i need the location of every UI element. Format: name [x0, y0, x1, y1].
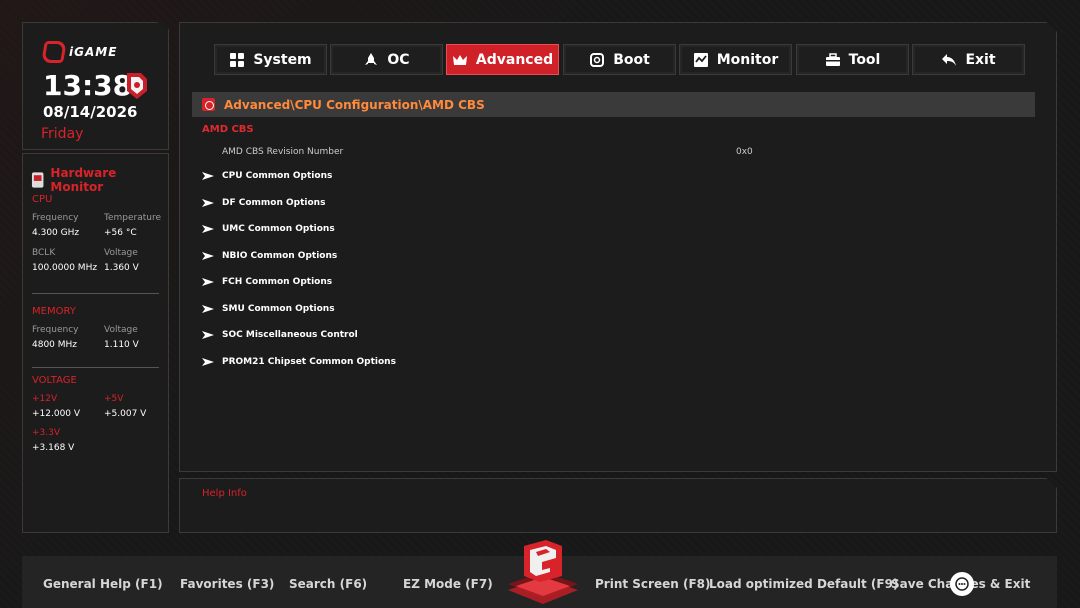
hardware-monitor-title: Hardware Monitor	[31, 166, 168, 194]
menu-item-label: DF Common Options	[222, 198, 326, 208]
breadcrumb: Advanced\CPU Configuration\AMD CBS	[192, 92, 1035, 117]
clock-day: Friday	[41, 126, 84, 142]
igame-logo-icon	[41, 41, 67, 63]
help-info-title: Help Info	[202, 488, 247, 499]
menu-item-label: PROM21 Chipset Common Options	[222, 357, 396, 367]
tab-tool-label: Tool	[848, 51, 881, 68]
tab-monitor[interactable]: Monitor	[679, 44, 792, 75]
tab-advanced[interactable]: Advanced	[446, 44, 559, 75]
cpu-frequency-value: 4.300 GHz	[32, 228, 80, 238]
v12-value: +12.000 V	[32, 409, 81, 419]
arrow-right-icon	[202, 225, 214, 233]
menu-item-label: SMU Common Options	[222, 304, 335, 314]
divider	[32, 293, 159, 294]
toolbox-icon	[825, 52, 841, 68]
tab-advanced-label: Advanced	[475, 51, 554, 68]
logo-text: iGAME	[69, 45, 118, 59]
clock-time: 13:38	[43, 69, 133, 102]
section-title: AMD CBS	[202, 124, 254, 135]
igame-logo: iGAME	[41, 41, 118, 63]
voltage-section-title: VOLTAGE	[32, 375, 77, 386]
revision-number-label: AMD CBS Revision Number	[222, 147, 344, 157]
cpu-temperature-label: Temperature	[104, 213, 162, 223]
arrow-right-icon	[202, 172, 214, 180]
menu-item-smu-common-options[interactable]: SMU Common Options	[202, 304, 335, 314]
tab-exit[interactable]: Exit	[912, 44, 1025, 75]
tab-oc-label: OC	[387, 51, 410, 68]
hardware-monitor-panel: Hardware Monitor CPU Frequency Temperatu…	[22, 153, 169, 533]
crown-icon	[452, 52, 468, 68]
arrow-right-icon	[202, 199, 214, 207]
menu-item-cpu-common-options[interactable]: CPU Common Options	[202, 171, 332, 181]
hardware-monitor-label: Hardware Monitor	[50, 166, 117, 194]
v5-label: +5V	[104, 394, 124, 404]
igame-emblem-icon	[508, 540, 578, 604]
help-info-panel: Help Info	[179, 478, 1057, 533]
clock-panel: iGAME 13:38 08/14/2026 Friday	[22, 22, 169, 150]
v33-value: +3.168 V	[32, 443, 75, 453]
load-optimized-default-button[interactable]: Load optimized Default (F9)	[709, 577, 898, 591]
cpu-frequency-label: Frequency	[32, 213, 79, 223]
tab-boot[interactable]: Boot	[563, 44, 676, 75]
menu-item-fch-common-options[interactable]: FCH Common Options	[202, 277, 332, 287]
favorites-button[interactable]: Favorites (F3)	[180, 577, 274, 591]
tab-tool[interactable]: Tool	[796, 44, 909, 75]
back-arrow-icon	[941, 52, 957, 68]
v5-value: +5.007 V	[104, 409, 147, 419]
menu-item-label: FCH Common Options	[222, 277, 333, 287]
cpu-voltage-label: Voltage	[104, 248, 138, 258]
print-screen-button[interactable]: Print Screen (F8)	[595, 577, 710, 591]
tab-exit-label: Exit	[965, 51, 996, 68]
tab-system[interactable]: System	[214, 44, 327, 75]
igame-mascot-icon	[127, 73, 147, 99]
cpu-temperature-value: +56 °C	[104, 228, 137, 238]
menu-item-label: SOC Miscellaneous Control	[222, 330, 358, 340]
search-button[interactable]: Search (F6)	[289, 577, 367, 591]
v33-label: +3.3V	[32, 428, 61, 438]
v12-label: +12V	[32, 394, 58, 404]
tab-boot-label: Boot	[613, 51, 650, 68]
tab-system-label: System	[253, 51, 312, 68]
power-icon	[589, 52, 605, 68]
arrow-right-icon	[202, 358, 214, 366]
breadcrumb-text: Advanced\CPU Configuration\AMD CBS	[224, 97, 485, 112]
menu-item-prom21-chipset-common-options[interactable]: PROM21 Chipset Common Options	[202, 357, 396, 367]
menu-item-df-common-options[interactable]: DF Common Options	[202, 198, 325, 208]
memory-voltage-label: Voltage	[104, 325, 138, 335]
left-panel: iGAME 13:38 08/14/2026 Friday Hardware M…	[22, 22, 169, 533]
memory-voltage-value: 1.110 V	[104, 340, 139, 350]
arrow-right-icon	[202, 252, 214, 260]
arrow-right-icon	[202, 305, 214, 313]
memory-frequency-label: Frequency	[32, 325, 79, 335]
clock-date: 08/14/2026	[43, 103, 138, 121]
menu-item-soc-miscellaneous-control[interactable]: SOC Miscellaneous Control	[202, 330, 358, 340]
tab-oc[interactable]: OC	[330, 44, 443, 75]
menu-item-label: UMC Common Options	[222, 224, 335, 234]
cpu-bclk-value: 100.0000 MHz	[32, 263, 98, 273]
monitor-icon	[693, 52, 709, 68]
divider	[32, 367, 159, 368]
memory-section-title: MEMORY	[32, 306, 76, 317]
arrow-right-icon	[202, 331, 214, 339]
arrow-right-icon	[202, 278, 214, 286]
main-panel: System OC Advanced Boot Monitor Tool Exi…	[179, 22, 1057, 472]
ez-mode-button[interactable]: EZ Mode (F7)	[403, 577, 493, 591]
rocket-icon	[363, 52, 379, 68]
menu-item-label: NBIO Common Options	[222, 251, 338, 261]
tab-monitor-label: Monitor	[716, 51, 779, 68]
cpu-section-title: CPU	[32, 194, 53, 205]
menu-item-label: CPU Common Options	[222, 171, 333, 181]
cpu-bclk-label: BCLK	[32, 248, 56, 258]
hardware-monitor-icon	[31, 172, 44, 188]
cpu-voltage-value: 1.360 V	[104, 263, 139, 273]
chat-bubble-icon[interactable]	[950, 572, 974, 596]
grid-icon	[229, 52, 245, 68]
revision-number-value: 0x0	[736, 147, 753, 157]
memory-frequency-value: 4800 MHz	[32, 340, 78, 350]
general-help-button[interactable]: General Help (F1)	[43, 577, 163, 591]
menu-item-nbio-common-options[interactable]: NBIO Common Options	[202, 251, 337, 261]
menu-item-umc-common-options[interactable]: UMC Common Options	[202, 224, 335, 234]
settings-icon	[202, 98, 215, 111]
